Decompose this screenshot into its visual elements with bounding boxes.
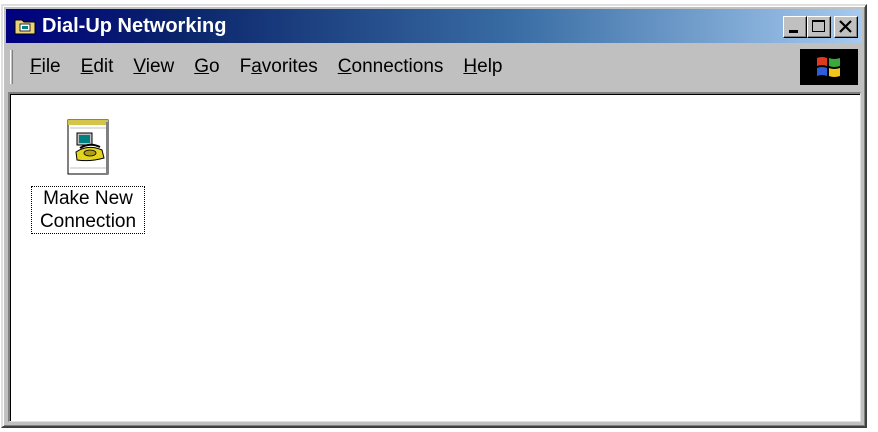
menu-favorites-rest: vorites — [261, 56, 318, 77]
minimize-icon — [789, 30, 798, 33]
menu-file[interactable]: File — [23, 56, 68, 78]
menu-go-rest: o — [209, 56, 220, 77]
folder-view[interactable]: Make New Connection — [8, 92, 861, 422]
menu-file-rest: ile — [41, 56, 61, 77]
minimize-button[interactable] — [783, 16, 807, 38]
item-label-line1: Make New — [43, 188, 133, 209]
make-new-connection-icon[interactable] — [62, 114, 114, 180]
menu-edit[interactable]: Edit — [74, 56, 121, 78]
menu-help-accel: H — [463, 56, 478, 77]
window-controls — [783, 16, 858, 38]
menu-favorites-accel: a — [251, 56, 262, 77]
menu-file-accel: F — [30, 56, 42, 77]
menu-connections-rest: onnections — [351, 56, 444, 77]
menu-view-rest: iew — [145, 56, 175, 77]
maximize-button[interactable] — [807, 16, 831, 38]
make-new-connection-item[interactable]: Make New Connection — [26, 114, 150, 234]
menu-view-accel: V — [133, 56, 146, 77]
menu-connections-accel: C — [337, 56, 352, 77]
title-bar[interactable]: Dial-Up Networking — [6, 9, 862, 43]
menu-edit-accel: E — [80, 56, 94, 77]
make-new-connection-label[interactable]: Make New Connection — [31, 186, 145, 234]
menu-view[interactable]: View — [126, 56, 181, 78]
menu-go-accel: G — [194, 56, 210, 77]
close-button[interactable] — [834, 16, 858, 38]
windows-logo-icon — [817, 57, 840, 77]
menu-grip[interactable] — [10, 50, 13, 84]
menu-edit-rest: dit — [93, 56, 114, 77]
item-label-line2: Connection — [39, 211, 137, 232]
throbber — [800, 49, 858, 85]
close-icon — [839, 20, 852, 33]
maximize-icon — [812, 20, 825, 32]
menu-bar: File Edit View Go Favorites Connections … — [6, 46, 862, 88]
menu-help-rest: elp — [477, 56, 503, 77]
window-title: Dial-Up Networking — [42, 14, 227, 37]
dial-up-networking-window: Dial-Up Networking File Edit View Go Fav… — [1, 4, 867, 428]
menu-go[interactable]: Go — [187, 56, 226, 78]
menu-connections[interactable]: Connections — [331, 56, 451, 78]
dial-up-folder-icon[interactable] — [14, 17, 36, 35]
menu-favorites[interactable]: Favorites — [233, 56, 325, 78]
menu-help[interactable]: Help — [456, 56, 509, 78]
menu-favorites-pre: F — [239, 56, 252, 77]
